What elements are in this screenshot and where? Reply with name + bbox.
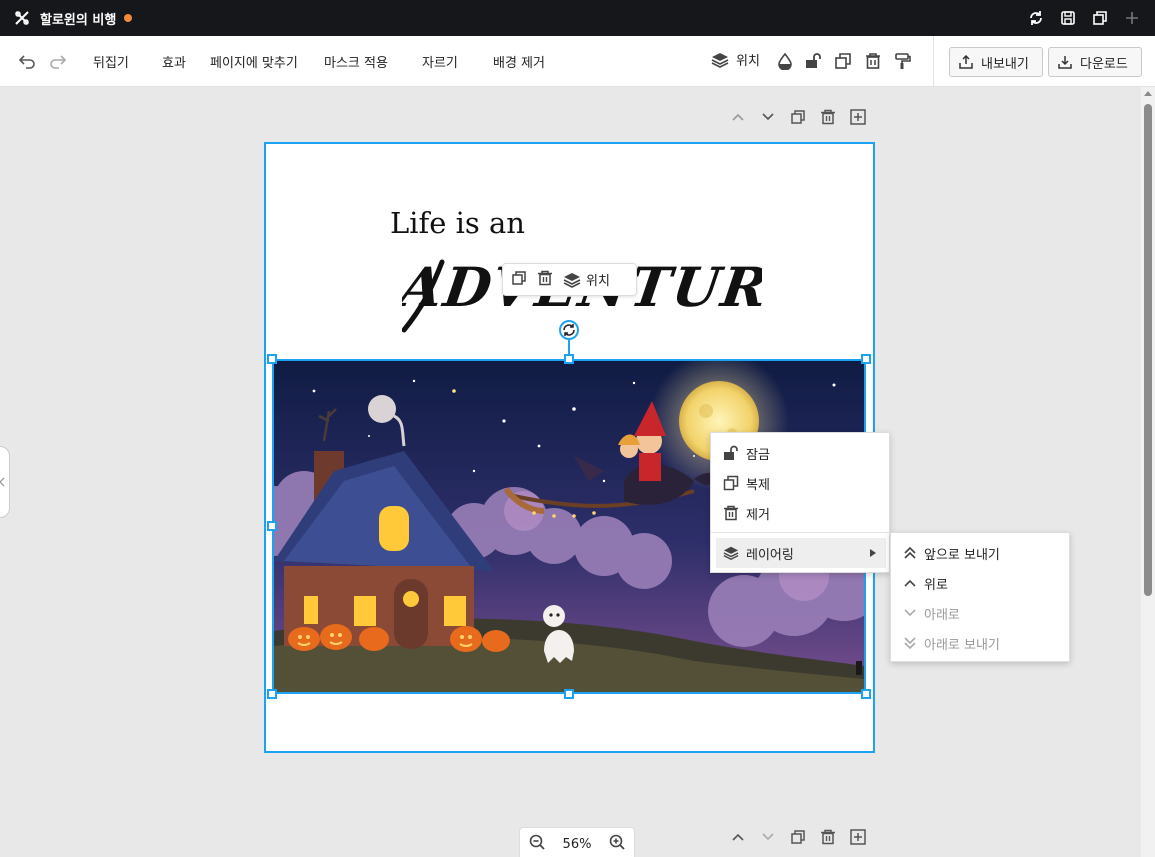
- unlock-icon[interactable]: [803, 51, 823, 71]
- duplicate-page-icon[interactable]: [789, 828, 807, 846]
- position-button[interactable]: 위치: [711, 50, 760, 69]
- chevron-left-icon: [0, 477, 5, 487]
- double-chevron-down-icon: [904, 637, 916, 650]
- position-menu-label: 위치: [586, 274, 610, 289]
- refresh-icon[interactable]: [1027, 9, 1045, 27]
- trash-icon[interactable]: [863, 51, 883, 71]
- toolbar-divider: [933, 36, 934, 86]
- unsaved-indicator: [124, 14, 133, 22]
- menu-item-label: 제거: [746, 507, 770, 523]
- redo-icon[interactable]: [48, 51, 68, 71]
- menu-item-label: 복제: [746, 477, 770, 493]
- layers-icon: [711, 52, 729, 68]
- mask-button[interactable]: 마스크 적용: [324, 52, 388, 71]
- rotate-icon: [563, 324, 575, 336]
- export-button[interactable]: 내보내기: [949, 47, 1043, 77]
- chevron-down-icon: [904, 609, 916, 617]
- layers-icon: [723, 546, 739, 561]
- chevron-up-icon[interactable]: [729, 828, 747, 846]
- context-menu: 잠금 복제 제거 레이어링: [710, 432, 891, 573]
- submenu-item-label: 위로: [924, 577, 948, 593]
- submenu-move-down[interactable]: 아래로: [891, 598, 1071, 628]
- chevron-up-icon: [904, 579, 916, 587]
- effects-button[interactable]: 효과: [162, 52, 186, 71]
- export-label: 내보내기: [981, 56, 1029, 72]
- duplicate-icon[interactable]: [1091, 9, 1109, 27]
- resize-handle-top[interactable]: [564, 354, 574, 364]
- menu-item-lock[interactable]: 잠금: [711, 438, 891, 468]
- zoom-in-icon[interactable]: [609, 834, 625, 854]
- submenu-send-to-back[interactable]: 아래로 보내기: [891, 628, 1071, 658]
- menu-item-remove[interactable]: 제거: [711, 498, 891, 528]
- flip-button[interactable]: 뒤집기: [93, 52, 129, 71]
- menu-item-label: 레이어링: [746, 547, 794, 563]
- position-menu-button[interactable]: 위치: [563, 270, 610, 289]
- duplicate-page-icon[interactable]: [789, 108, 807, 126]
- document-title[interactable]: 할로윈의 비행: [40, 9, 116, 28]
- resize-handle-bottom-left[interactable]: [267, 689, 277, 699]
- headline-text[interactable]: Life is an: [390, 206, 525, 240]
- duplicate-icon[interactable]: [511, 270, 527, 290]
- page-controls-bottom: [729, 828, 867, 846]
- chevron-down-icon[interactable]: [759, 828, 777, 846]
- submenu-item-label: 아래로 보내기: [924, 637, 1000, 653]
- save-icon[interactable]: [1059, 9, 1077, 27]
- download-label: 다운로드: [1080, 56, 1128, 72]
- resize-handle-top-right[interactable]: [861, 354, 871, 364]
- scroll-up-arrow[interactable]: [1144, 91, 1152, 96]
- menu-item-duplicate[interactable]: 복제: [711, 468, 891, 498]
- submenu-bring-to-front[interactable]: 앞으로 보내기: [891, 538, 1071, 568]
- vertical-scrollbar[interactable]: [1141, 87, 1155, 857]
- layering-submenu: 앞으로 보내기 위로 아래로 아래로 보내기: [890, 532, 1070, 662]
- download-icon: [1058, 56, 1072, 69]
- zoom-out-icon[interactable]: [529, 834, 545, 854]
- export-icon: [959, 55, 973, 69]
- plus-icon[interactable]: [1123, 9, 1141, 27]
- menu-item-label: 잠금: [746, 447, 770, 463]
- position-label: 위치: [736, 54, 760, 69]
- add-page-icon[interactable]: [849, 108, 867, 126]
- undo-icon[interactable]: [17, 51, 37, 71]
- add-page-icon[interactable]: [849, 828, 867, 846]
- submenu-item-label: 아래로: [924, 607, 960, 623]
- double-chevron-up-icon: [904, 546, 916, 559]
- chevron-down-icon[interactable]: [759, 108, 777, 126]
- unlock-icon: [724, 445, 738, 460]
- resize-handle-left[interactable]: [267, 521, 277, 531]
- title-bar: 할로윈의 비행: [0, 0, 1155, 36]
- paint-roller-icon[interactable]: [893, 51, 913, 71]
- caret-right-icon: [870, 549, 876, 557]
- element-floating-toolbar: 위치: [502, 263, 637, 296]
- app-logo-icon: [15, 11, 29, 25]
- duplicate-icon[interactable]: [833, 51, 853, 71]
- rotate-handle[interactable]: [559, 320, 579, 340]
- submenu-move-up[interactable]: 위로: [891, 568, 1071, 598]
- duplicate-icon: [723, 475, 739, 491]
- zoom-level[interactable]: 56%: [563, 837, 592, 852]
- fit-page-button[interactable]: 페이지에 맞추기: [210, 52, 298, 71]
- menu-divider: [711, 532, 891, 533]
- trash-icon[interactable]: [537, 270, 553, 290]
- resize-handle-bottom[interactable]: [564, 689, 574, 699]
- page-controls-top: [729, 108, 867, 126]
- layers-icon: [563, 272, 581, 288]
- download-button[interactable]: 다운로드: [1048, 47, 1142, 77]
- side-panel-toggle[interactable]: [0, 446, 10, 518]
- opacity-icon[interactable]: [775, 51, 795, 71]
- submenu-item-label: 앞으로 보내기: [924, 547, 1000, 563]
- menu-item-layering[interactable]: 레이어링: [716, 538, 886, 568]
- toolbar: 뒤집기 효과 페이지에 맞추기 마스크 적용 자르기 배경 제거 위치 내보내기…: [0, 36, 1155, 87]
- chevron-up-icon[interactable]: [729, 108, 747, 126]
- zoom-control: 56%: [519, 827, 635, 857]
- resize-handle-bottom-right[interactable]: [861, 689, 871, 699]
- resize-handle-top-left[interactable]: [267, 354, 277, 364]
- crop-button[interactable]: 자르기: [422, 52, 458, 71]
- delete-page-icon[interactable]: [819, 108, 837, 126]
- trash-icon: [724, 505, 738, 521]
- scrollbar-thumb[interactable]: [1144, 104, 1152, 596]
- remove-background-button[interactable]: 배경 제거: [493, 52, 545, 71]
- delete-page-icon[interactable]: [819, 828, 837, 846]
